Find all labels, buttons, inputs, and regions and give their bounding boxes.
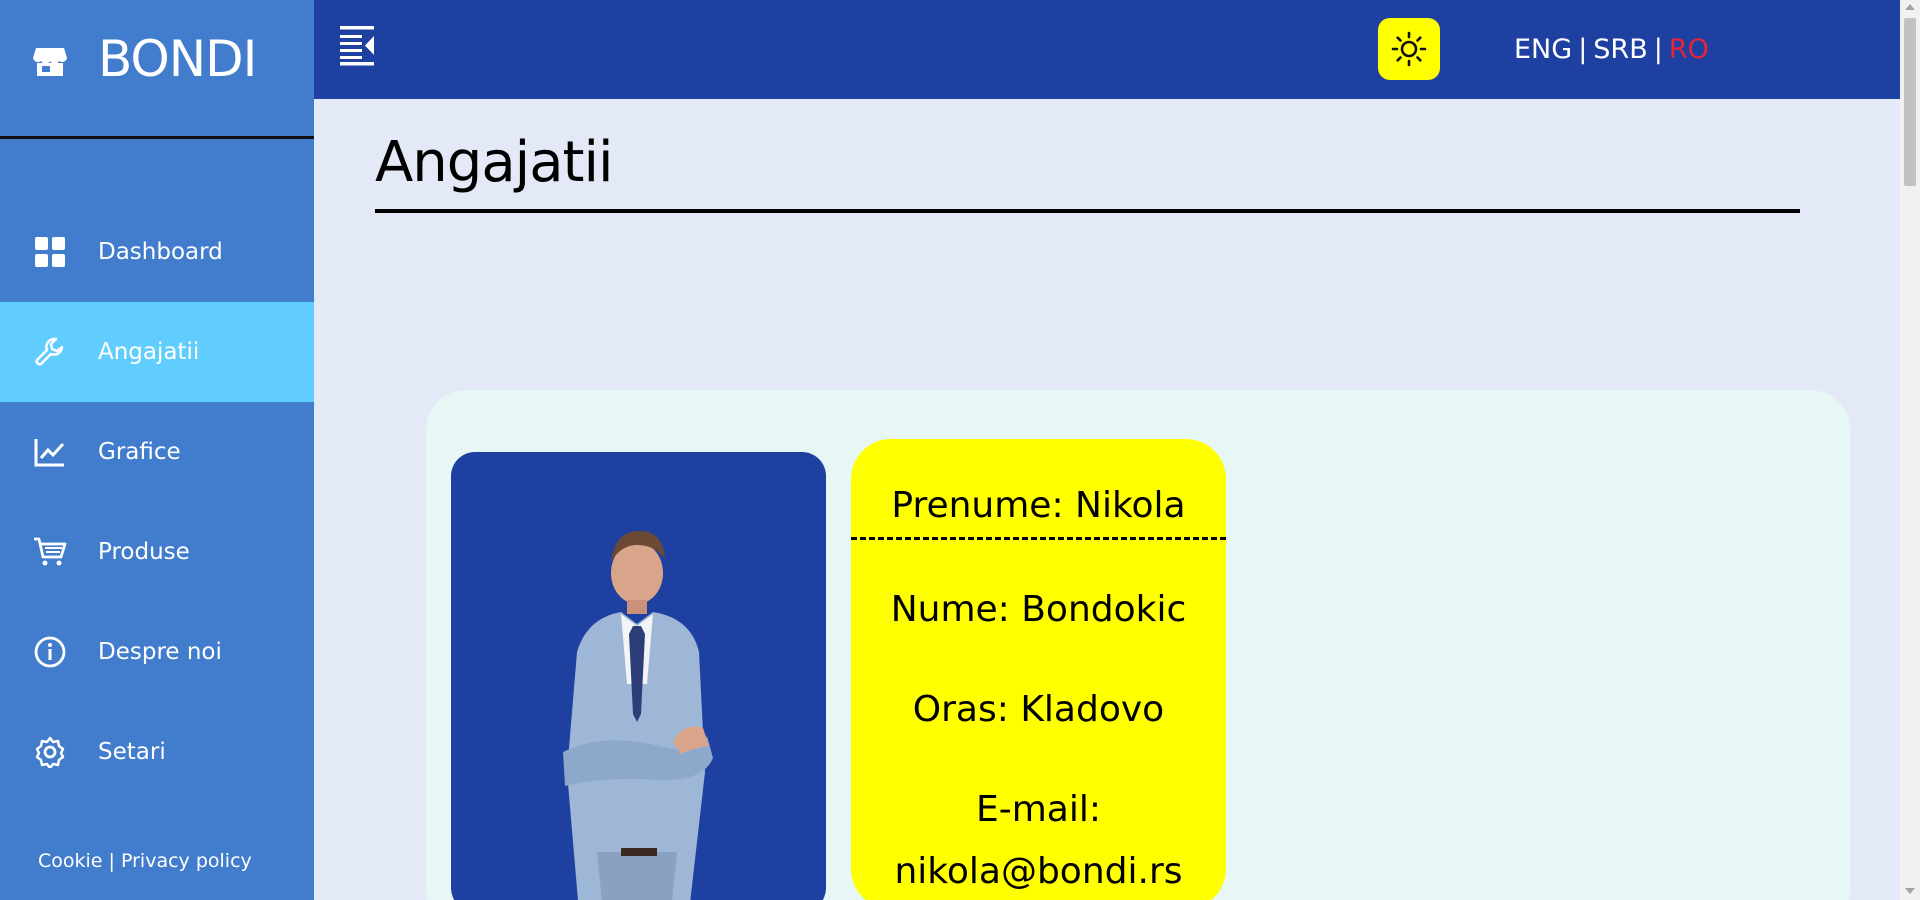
privacy-policy-link[interactable]: Privacy policy xyxy=(121,850,252,872)
lang-separator: | xyxy=(1578,34,1588,65)
footer-separator: | xyxy=(108,850,115,872)
sidebar-item-despre-noi[interactable]: Despre noi xyxy=(0,602,314,702)
grid-icon xyxy=(33,235,67,269)
employee-email[interactable]: nikola@bondi.rs xyxy=(851,851,1226,892)
sidebar: BONDI Dashboard Angajatii Grafice Produs… xyxy=(0,0,314,900)
scroll-down-arrow-icon[interactable] xyxy=(1905,888,1915,894)
info-icon xyxy=(33,635,67,669)
sidebar-item-setari[interactable]: Setari xyxy=(0,702,314,802)
theme-toggle-button[interactable] xyxy=(1378,18,1440,80)
menu-collapse-icon[interactable] xyxy=(340,26,376,66)
employee-info-card: Prenume: Nikola Nume: Bondokic Oras: Kla… xyxy=(851,439,1226,900)
employee-portrait-image xyxy=(563,530,713,900)
brand-name: BONDI xyxy=(98,30,257,88)
sidebar-item-produse[interactable]: Produse xyxy=(0,502,314,602)
sidebar-item-grafice[interactable]: Grafice xyxy=(0,402,314,502)
lang-separator: | xyxy=(1653,34,1663,65)
employee-email-label: E-mail: xyxy=(976,789,1101,830)
info-divider xyxy=(851,537,1226,540)
sidebar-item-dashboard[interactable]: Dashboard xyxy=(0,202,314,302)
title-divider xyxy=(375,209,1800,213)
sidebar-item-label: Angajatii xyxy=(98,339,200,365)
lang-eng[interactable]: ENG xyxy=(1514,34,1572,65)
sidebar-footer: Cookie | Privacy policy xyxy=(38,850,252,872)
gear-icon xyxy=(33,735,67,769)
employee-first-name: Prenume: Nikola xyxy=(891,485,1186,526)
page-scrollbar[interactable] xyxy=(1900,0,1920,900)
brand[interactable]: BONDI xyxy=(0,0,314,139)
wrench-icon xyxy=(33,335,67,369)
cart-icon xyxy=(33,535,67,569)
employee-city: Oras: Kladovo xyxy=(912,689,1165,730)
sidebar-item-angajatii[interactable]: Angajatii xyxy=(0,302,314,402)
sun-icon xyxy=(1391,31,1427,67)
store-icon xyxy=(33,48,67,76)
employee-photo xyxy=(451,452,826,900)
sidebar-item-label: Grafice xyxy=(98,439,181,465)
sidebar-nav: Dashboard Angajatii Grafice Produse Desp… xyxy=(0,202,314,802)
language-switcher: ENG | SRB | RO xyxy=(1514,34,1709,65)
sidebar-item-label: Dashboard xyxy=(98,239,223,265)
sidebar-item-label: Produse xyxy=(98,539,190,565)
employee-last-name: Nume: Bondokic xyxy=(890,589,1187,630)
scroll-up-arrow-icon[interactable] xyxy=(1905,4,1915,10)
topbar: ENG | SRB | RO xyxy=(314,0,1900,99)
page-title: Angajatii xyxy=(375,130,614,195)
sidebar-item-label: Despre noi xyxy=(98,639,222,665)
sidebar-item-label: Setari xyxy=(98,739,166,765)
lang-ro[interactable]: RO xyxy=(1669,34,1709,65)
chart-line-icon xyxy=(33,435,67,469)
lang-srb[interactable]: SRB xyxy=(1593,34,1647,65)
cookie-link[interactable]: Cookie xyxy=(38,850,103,872)
scrollbar-thumb[interactable] xyxy=(1904,18,1916,186)
